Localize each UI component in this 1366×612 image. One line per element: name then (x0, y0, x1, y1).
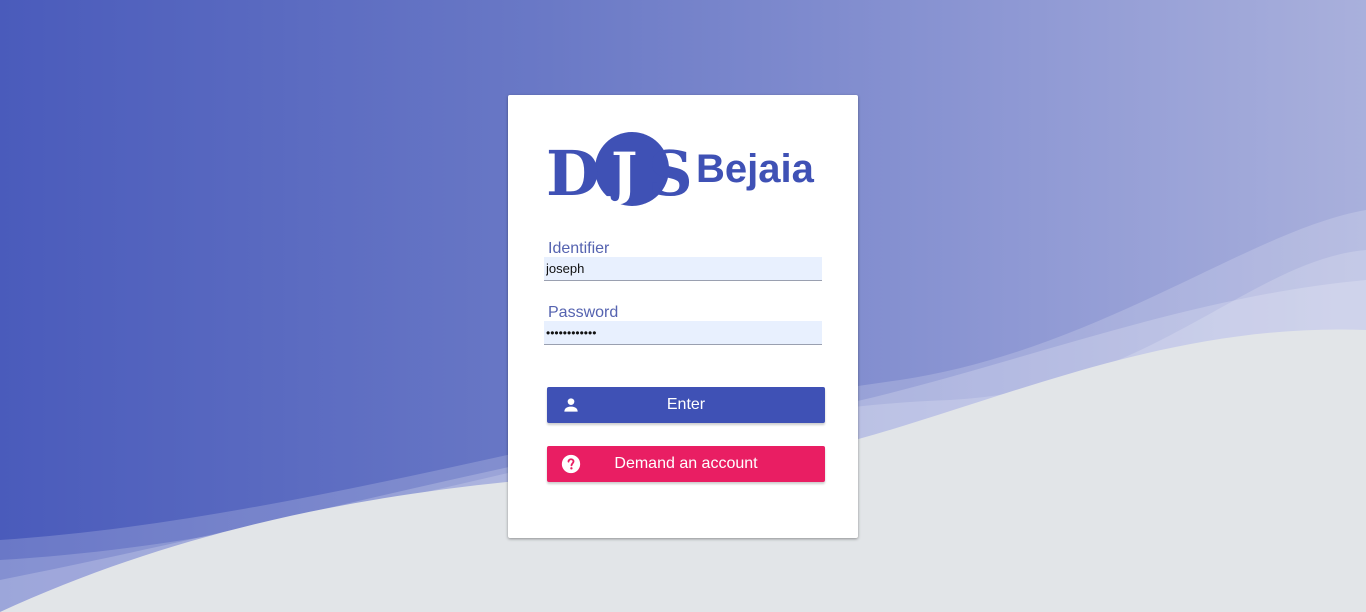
svg-text:D: D (546, 137, 600, 210)
login-card: D J S Bejaia Identifier Password Enter (508, 95, 858, 538)
password-field: Password (544, 305, 822, 345)
login-page: D J S Bejaia Identifier Password Enter (0, 0, 1366, 612)
svg-text:S: S (648, 137, 693, 210)
demand-account-button[interactable]: Demand an account (547, 446, 825, 482)
help-circle-icon (561, 454, 581, 474)
password-input[interactable] (544, 321, 822, 345)
password-label: Password (548, 304, 619, 321)
svg-text:J: J (606, 141, 638, 207)
djs-bejaia-logo: D J S Bejaia (544, 129, 824, 211)
identifier-field: Identifier (544, 241, 822, 281)
enter-button-label: Enter (666, 396, 706, 413)
svg-text:Bejaia: Bejaia (696, 147, 815, 191)
enter-button[interactable]: Enter (547, 387, 825, 423)
identifier-input[interactable] (544, 257, 822, 281)
identifier-label: Identifier (548, 240, 610, 257)
demand-account-button-label: Demand an account (614, 455, 758, 472)
person-icon (561, 395, 581, 415)
